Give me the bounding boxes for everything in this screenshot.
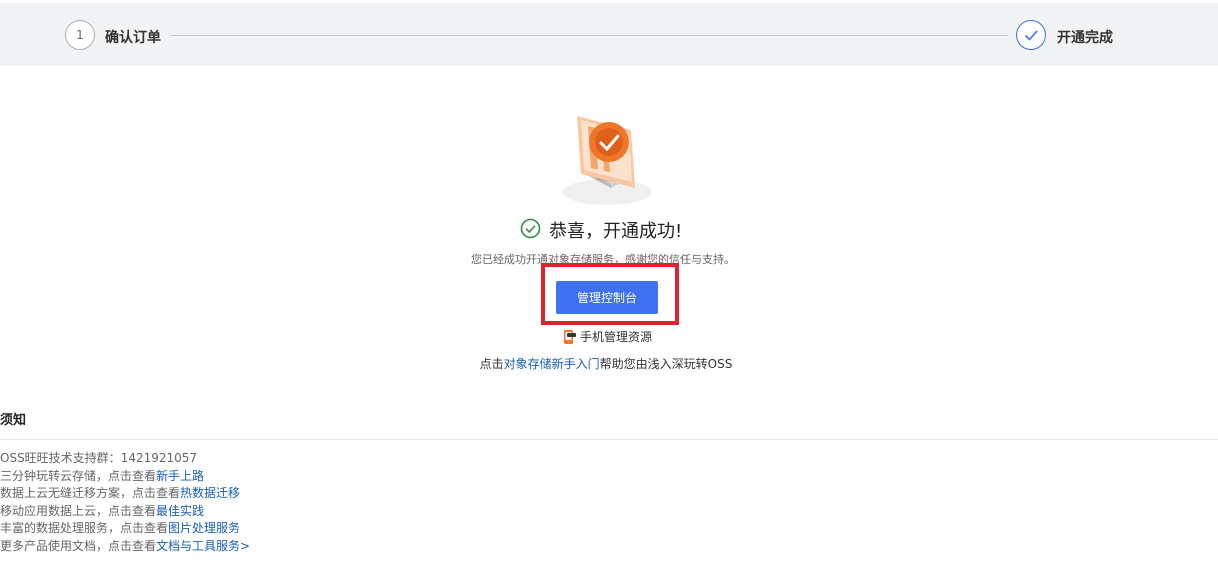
data-migration-link[interactable]: 热数据迁移 xyxy=(180,486,240,500)
help-prefix: 点击 xyxy=(479,357,504,371)
step-2-label: 开通完成 xyxy=(1057,30,1113,46)
best-practice-link[interactable]: 最佳实践 xyxy=(156,504,204,518)
mobile-manage-link[interactable]: 手机管理资源 xyxy=(563,328,652,345)
step-2-check-icon xyxy=(1016,20,1046,50)
progress-steps: 1 确认订单 开通完成 xyxy=(0,3,1218,66)
step-1-number: 1 xyxy=(65,20,95,50)
list-item: 三分钟玩转云存储，点击查看新手上路 xyxy=(0,468,205,483)
check-circle-icon xyxy=(520,218,541,243)
success-title: 恭喜，开通成功! xyxy=(549,221,683,242)
notes-divider xyxy=(0,439,1218,440)
beginner-guide-link[interactable]: 对象存储新手入门 xyxy=(504,357,600,371)
phone-icon xyxy=(563,329,576,345)
image-processing-link[interactable]: 图片处理服务 xyxy=(168,521,240,535)
notes-list: OSS旺旺技术支持群：1421921057 三分钟玩转云存储，点击查看新手上路 … xyxy=(0,450,250,556)
getting-started-link[interactable]: 新手上路 xyxy=(156,469,204,483)
help-suffix: 帮助您由浅入深玩转OSS xyxy=(599,357,733,371)
success-heading: 恭喜，开通成功! xyxy=(520,217,682,243)
list-item: 丰富的数据处理服务，点击查看图片处理服务 xyxy=(0,521,241,536)
list-item: OSS旺旺技术支持群：1421921057 xyxy=(0,451,198,465)
monitor-check-illustration xyxy=(555,108,665,208)
list-item: 更多产品使用文档，点击查看文档与工具服务> xyxy=(0,538,251,553)
step-1-label: 确认订单 xyxy=(105,30,161,46)
notes-title: 须知 xyxy=(0,413,27,428)
step-connector xyxy=(170,35,1008,36)
list-item: 数据上云无缝迁移方案，点击查看热数据迁移 xyxy=(0,486,241,501)
mobile-manage-label: 手机管理资源 xyxy=(580,330,653,344)
help-text: 点击对象存储新手入门帮助您由浅入深玩转OSS xyxy=(0,355,1212,372)
manage-console-button[interactable]: 管理控制台 xyxy=(556,281,658,314)
docs-tools-link[interactable]: 文档与工具服务> xyxy=(156,539,250,553)
list-item: 移动应用数据上云，点击查看最佳实践 xyxy=(0,503,205,518)
